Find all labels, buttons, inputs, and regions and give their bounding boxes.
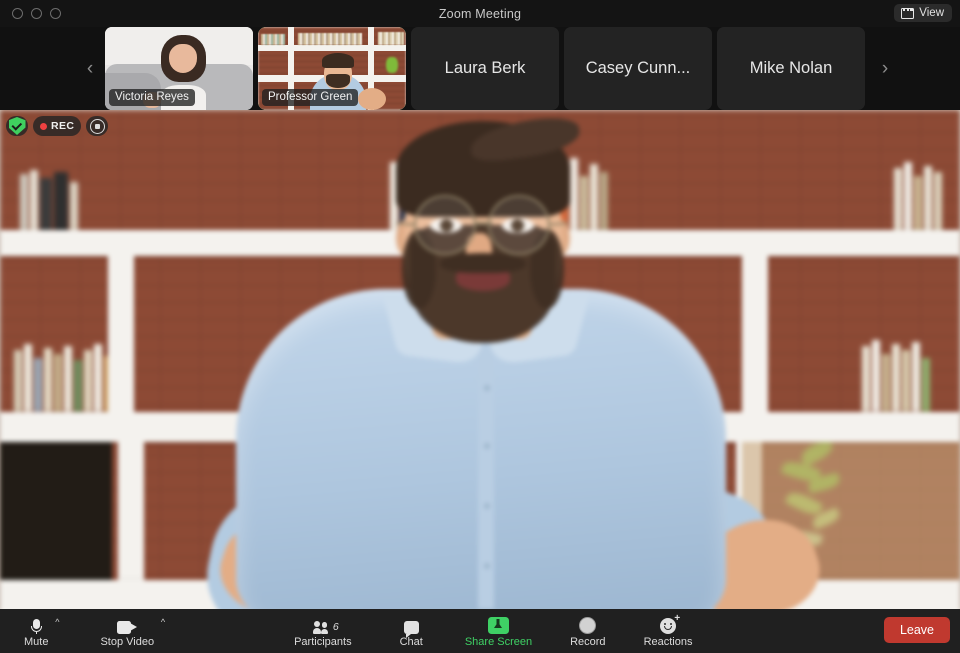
smiley-plus-icon: +: [660, 613, 680, 634]
share-screen-icon: [487, 615, 509, 634]
chat-label: Chat: [399, 635, 423, 648]
zoom-meeting-window: Zoom Meeting View ‹ Victoria Reyes Profe…: [0, 0, 960, 653]
share-screen-label: Share Screen: [464, 635, 533, 648]
participant-tile-professor-green[interactable]: Professor Green: [258, 27, 406, 110]
record-button[interactable]: Record: [570, 609, 606, 653]
participant-name-label: Casey Cunn...: [585, 59, 691, 77]
mute-button[interactable]: Mute ^: [24, 609, 59, 653]
share-screen-button[interactable]: Share Screen: [465, 609, 532, 653]
microphone-icon: [30, 615, 42, 634]
filmstrip-next-arrow[interactable]: ›: [870, 27, 900, 110]
mute-options-caret[interactable]: ^: [55, 617, 59, 627]
meeting-toolbar: Mute ^ Stop Video ^ 6 Participants Chat: [0, 609, 960, 653]
participant-name-label: Victoria Reyes: [109, 89, 195, 106]
record-circle-icon: [579, 615, 597, 634]
video-options-caret[interactable]: ^: [161, 617, 165, 627]
participant-tile-laura-berk[interactable]: Laura Berk: [411, 27, 559, 110]
recording-badge[interactable]: REC: [33, 116, 82, 136]
participants-count: 6: [332, 620, 339, 633]
view-button[interactable]: View: [894, 4, 952, 22]
shield-check-icon: [8, 117, 26, 135]
people-icon: 6: [312, 615, 339, 634]
stop-recording-icon: [89, 118, 105, 134]
leave-button[interactable]: Leave: [883, 617, 950, 643]
recording-label: REC: [51, 120, 75, 132]
mute-label: Mute: [24, 635, 49, 648]
participant-name-label: Professor Green: [262, 89, 359, 106]
main-video-stage: REC: [0, 110, 960, 609]
title-bar: Zoom Meeting View: [0, 0, 960, 27]
meeting-status-badges: REC: [6, 116, 109, 136]
view-button-label: View: [919, 7, 944, 19]
eyeglasses-right-lens: [488, 195, 550, 255]
security-badge[interactable]: [6, 116, 28, 136]
participant-tile-casey-cunningham[interactable]: Casey Cunn...: [564, 27, 712, 110]
filmstrip-tiles: Victoria Reyes Professor Green Laura Ber…: [105, 27, 865, 110]
reactions-button[interactable]: + Reactions: [644, 609, 693, 653]
chat-button[interactable]: Chat: [400, 609, 423, 653]
speaker-video-feed: [0, 110, 960, 609]
grid-view-icon: [901, 7, 915, 19]
participant-name-label: Laura Berk: [444, 59, 526, 77]
participant-name-label: Mike Nolan: [749, 59, 833, 77]
record-label: Record: [570, 635, 606, 648]
participants-button[interactable]: 6 Participants: [294, 609, 352, 653]
record-dot-icon: [40, 122, 47, 130]
participant-filmstrip: ‹ Victoria Reyes Professor Green Laura B…: [0, 27, 960, 110]
chat-bubble-icon: [403, 615, 419, 638]
window-title: Zoom Meeting: [438, 6, 522, 21]
filmstrip-prev-arrow[interactable]: ‹: [75, 27, 105, 110]
participants-label: Participants: [294, 635, 352, 648]
participant-tile-mike-nolan[interactable]: Mike Nolan: [717, 27, 865, 110]
stop-recording-badge[interactable]: [86, 116, 109, 136]
stop-video-label: Stop Video: [100, 635, 155, 648]
eyeglasses-left-lens: [414, 195, 476, 255]
stop-video-button[interactable]: Stop Video ^: [100, 609, 165, 653]
video-camera-icon: [117, 615, 138, 634]
participant-tile-victoria-reyes[interactable]: Victoria Reyes: [105, 27, 253, 110]
reactions-label: Reactions: [643, 635, 693, 648]
